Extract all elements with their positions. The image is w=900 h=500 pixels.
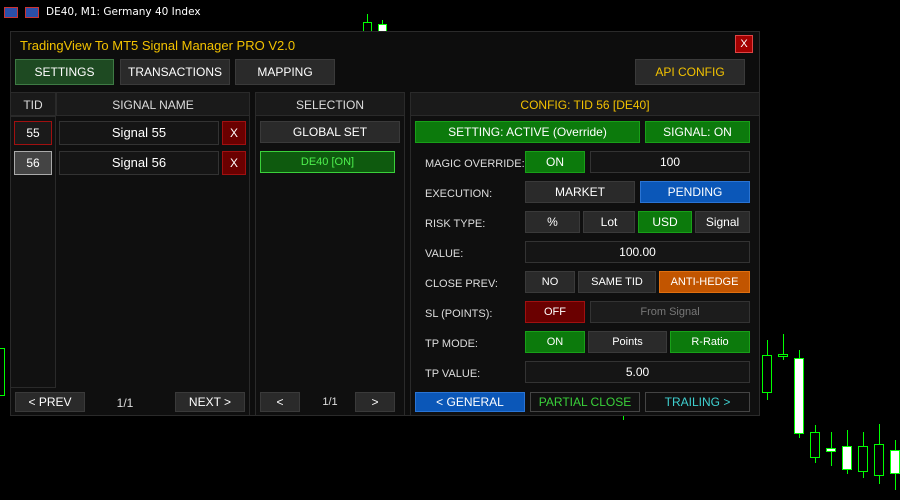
tab-mapping[interactable]: MAPPING <box>235 59 335 85</box>
selection-prev-button[interactable]: < <box>260 392 300 412</box>
magic-override-label: MAGIC OVERRIDE: <box>425 158 525 170</box>
api-config-button[interactable]: API CONFIG <box>635 59 745 85</box>
selection-page-indicator: 1/1 <box>322 396 338 408</box>
tp-mode-on-button[interactable]: ON <box>525 331 585 353</box>
chart-title: DE40, M1: Germany 40 Index <box>46 6 201 18</box>
partial-close-nav-button[interactable]: PARTIAL CLOSE <box>530 392 640 412</box>
close-prev-no-button[interactable]: NO <box>525 271 575 293</box>
sl-toggle[interactable]: OFF <box>525 301 585 323</box>
candle-body <box>794 358 804 434</box>
value-label: VALUE: <box>425 248 464 260</box>
tp-value-input[interactable]: 5.00 <box>525 361 750 383</box>
general-nav-button[interactable]: < GENERAL <box>415 392 525 412</box>
close-prev-label: CLOSE PREV: <box>425 278 498 290</box>
chart-menu-icon[interactable] <box>4 7 18 18</box>
signal-name-cell[interactable]: Signal 56 <box>59 151 219 175</box>
value-input[interactable]: 100.00 <box>525 241 750 263</box>
candle-body <box>874 444 884 476</box>
signal-status-button[interactable]: SIGNAL: ON <box>645 121 750 143</box>
next-page-button[interactable]: NEXT > <box>175 392 245 412</box>
candle-body <box>778 354 788 357</box>
risk-lot-button[interactable]: Lot <box>583 211 635 233</box>
selection-next-button[interactable]: > <box>355 392 395 412</box>
execution-label: EXECUTION: <box>425 188 493 200</box>
page-indicator: 1/1 <box>116 396 134 410</box>
candle-body <box>890 450 900 474</box>
risk-usd-button[interactable]: USD <box>638 211 692 233</box>
chart-grid-icon[interactable] <box>25 7 39 18</box>
execution-market-button[interactable]: MARKET <box>525 181 635 203</box>
tp-mode-label: TP MODE: <box>425 338 478 350</box>
execution-pending-button[interactable]: PENDING <box>640 181 750 203</box>
magic-number-input[interactable]: 100 <box>590 151 750 173</box>
selection-header: SELECTION <box>255 92 405 116</box>
candle-body <box>826 448 836 452</box>
tid-column-header: TID <box>10 92 56 116</box>
candle-wick <box>623 416 624 420</box>
tid-cell[interactable]: 56 <box>14 151 52 175</box>
risk-type-label: RISK TYPE: <box>425 218 486 230</box>
close-button[interactable]: X <box>735 35 753 53</box>
magic-override-toggle[interactable]: ON <box>525 151 585 173</box>
tid-cell[interactable]: 55 <box>14 121 52 145</box>
config-header: CONFIG: TID 56 [DE40] <box>410 92 760 116</box>
candle-body <box>0 348 5 396</box>
risk-percent-button[interactable]: % <box>525 211 580 233</box>
trailing-nav-button[interactable]: TRAILING > <box>645 392 750 412</box>
tp-value-label: TP VALUE: <box>425 368 481 380</box>
sl-points-label: SL (POINTS): <box>425 308 493 320</box>
close-prev-same-tid-button[interactable]: SAME TID <box>578 271 656 293</box>
prev-page-button[interactable]: < PREV <box>15 392 85 412</box>
sl-value-input[interactable]: From Signal <box>590 301 750 323</box>
tp-mode-r-ratio-button[interactable]: R-Ratio <box>670 331 750 353</box>
global-set-button[interactable]: GLOBAL SET <box>260 121 400 143</box>
delete-signal-button[interactable]: X <box>222 151 246 175</box>
setting-status-button[interactable]: SETTING: ACTIVE (Override) <box>415 121 640 143</box>
tab-settings[interactable]: SETTINGS <box>15 59 114 85</box>
delete-signal-button[interactable]: X <box>222 121 246 145</box>
panel-title: TradingView To MT5 Signal Manager PRO V2… <box>20 38 296 53</box>
close-prev-anti-hedge-button[interactable]: ANTI-HEDGE <box>659 271 750 293</box>
tp-mode-points-button[interactable]: Points <box>588 331 667 353</box>
candle-body <box>810 432 820 458</box>
candle-body <box>858 446 868 472</box>
signal-name-column-header: SIGNAL NAME <box>56 92 250 116</box>
candle-body <box>842 446 852 470</box>
risk-signal-button[interactable]: Signal <box>695 211 750 233</box>
signal-name-cell[interactable]: Signal 55 <box>59 121 219 145</box>
candle-body <box>762 355 772 393</box>
selection-item[interactable]: DE40 [ON] <box>260 151 395 173</box>
tab-transactions[interactable]: TRANSACTIONS <box>120 59 230 85</box>
